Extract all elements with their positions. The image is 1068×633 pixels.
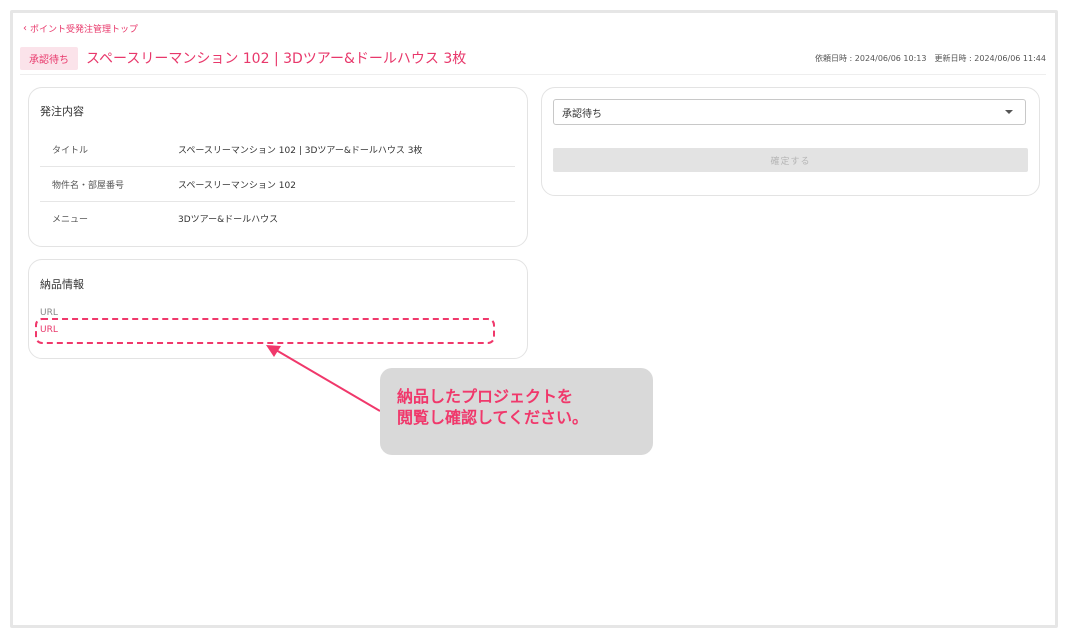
arrow-line [275, 349, 381, 412]
annotation-arrow [266, 345, 381, 412]
annotation-callout: 納品したプロジェクトを 閲覧し確認してください。 [380, 368, 653, 455]
callout-line-2: 閲覧し確認してください。 [397, 408, 589, 427]
callout-line-1: 納品したプロジェクトを [397, 387, 574, 406]
